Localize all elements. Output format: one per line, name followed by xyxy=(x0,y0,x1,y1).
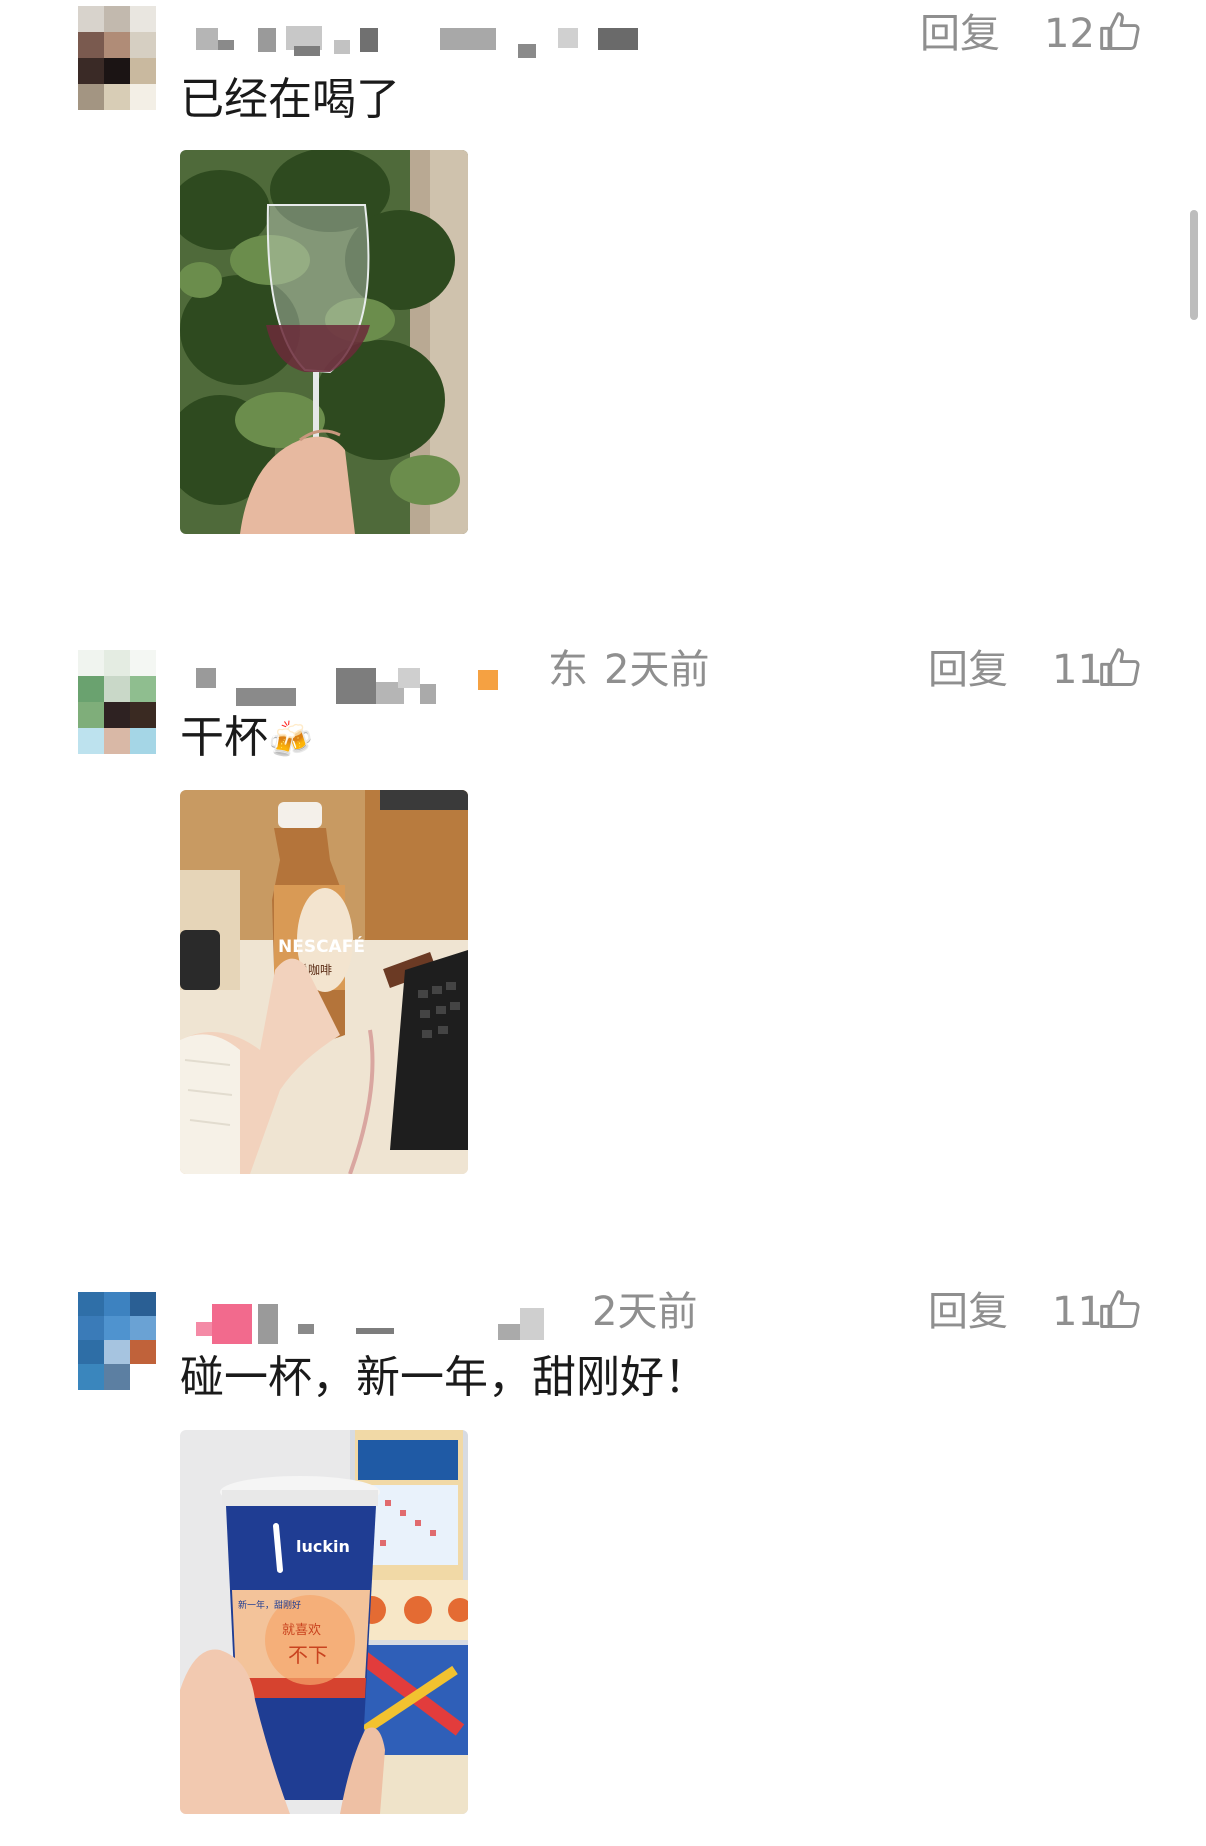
comment-item: 回复 12 已经在喝了 xyxy=(0,0,1206,560)
cup-slogan-top: 就喜欢 xyxy=(282,1623,321,1638)
coffee-bottle-photo: NESCAFÉ 雀巢咖啡 xyxy=(180,790,468,1174)
comment-photo[interactable]: 就喜欢 不下 新一年，甜刚好 luckin xyxy=(180,1430,468,1814)
thumbs-up-icon[interactable] xyxy=(1098,10,1142,54)
comment-item: 2天前 回复 11 碰一杯，新一年，甜刚好！ 就喜欢 不下 新一年，甜刚好 lu… xyxy=(0,1280,1206,1846)
comment-item: 东 2天前 回复 11 干杯🍻 NESCAFÉ 雀巢咖啡 xyxy=(0,640,1206,1200)
reply-button[interactable]: 回复 xyxy=(920,12,1000,56)
like-count: 11 xyxy=(1052,647,1103,693)
comment-text: 碰一杯，新一年，甜刚好！ xyxy=(180,1352,708,1403)
comment-photo[interactable] xyxy=(180,150,468,534)
user-badge xyxy=(478,670,498,690)
coffee-cup-photo: 就喜欢 不下 新一年，甜刚好 luckin xyxy=(180,1430,468,1814)
comment-timestamp: 2天前 xyxy=(592,1289,698,1335)
avatar[interactable] xyxy=(78,6,156,110)
reply-button[interactable]: 回复 xyxy=(928,648,1008,692)
comment-photo[interactable]: NESCAFÉ 雀巢咖啡 xyxy=(180,790,468,1174)
thumbs-up-icon[interactable] xyxy=(1098,1288,1142,1332)
avatar[interactable] xyxy=(78,650,156,754)
wine-glass-photo xyxy=(180,150,468,534)
bottle-brand: NESCAFÉ xyxy=(278,935,365,957)
cup-banner: 新一年，甜刚好 xyxy=(238,1599,301,1611)
like-count: 12 xyxy=(1044,11,1095,57)
comment-text-body: 干杯 xyxy=(180,712,268,763)
comment-text: 干杯🍻 xyxy=(180,712,313,767)
cup-brand: luckin xyxy=(296,1537,350,1556)
like-count: 11 xyxy=(1052,1289,1103,1335)
beer-emoji: 🍻 xyxy=(268,720,313,761)
avatar[interactable] xyxy=(78,1292,156,1390)
comment-location: 东 xyxy=(548,647,588,693)
thumbs-up-icon[interactable] xyxy=(1098,646,1142,690)
reply-button[interactable]: 回复 xyxy=(928,1290,1008,1334)
comment-timestamp: 2天前 xyxy=(604,647,710,693)
cup-slogan: 不下 xyxy=(288,1643,328,1667)
comment-text: 已经在喝了 xyxy=(180,74,400,125)
user-badge xyxy=(212,1304,252,1344)
